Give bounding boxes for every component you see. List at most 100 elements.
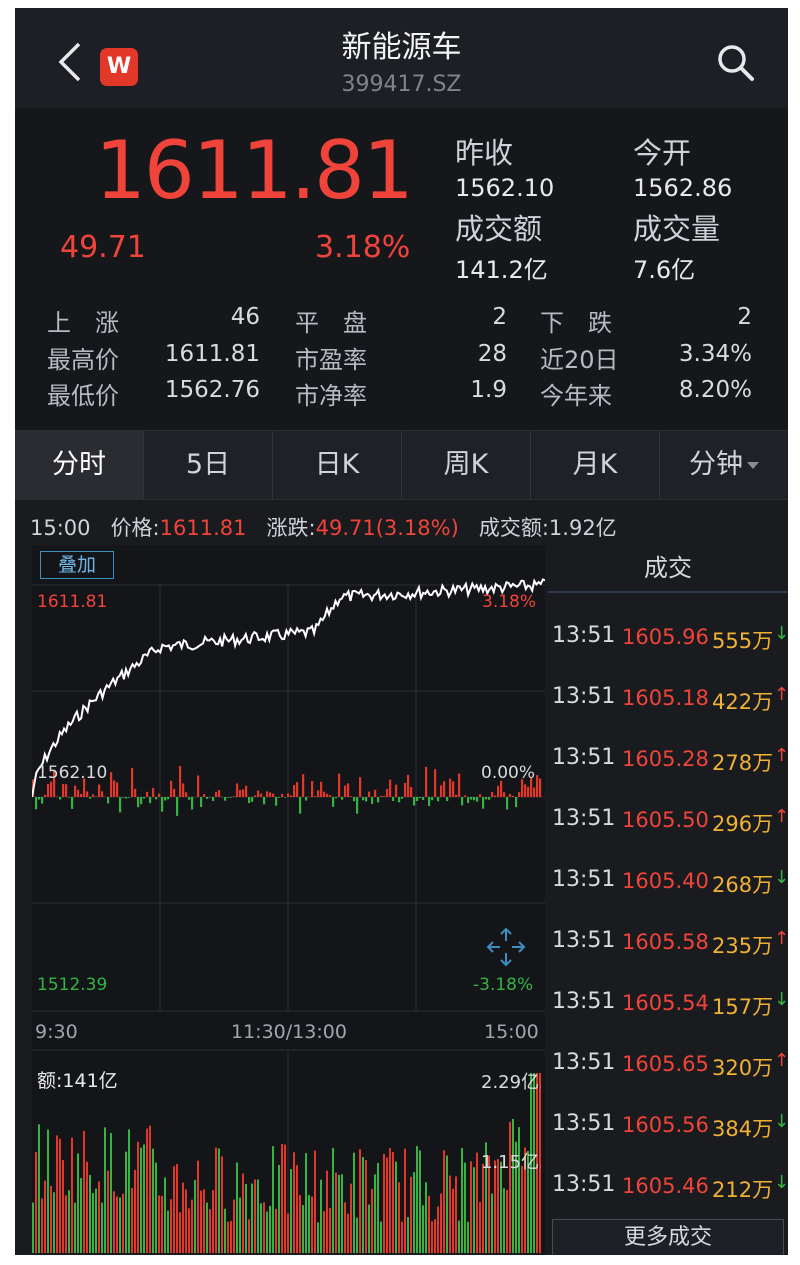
overlay-button[interactable]: 叠加	[40, 551, 114, 579]
volume-bar	[521, 1165, 523, 1253]
volume-bar	[314, 1150, 316, 1253]
arrow-up-icon: ↑	[774, 806, 788, 827]
net-flow-bar	[338, 773, 341, 797]
volume-bar	[401, 1221, 403, 1253]
page-title: 新能源车	[341, 30, 462, 65]
arrow-up-icon: ↑	[774, 684, 788, 705]
volume-bar	[434, 1219, 436, 1253]
net-flow-bar	[314, 796, 317, 797]
net-flow-bar	[404, 782, 407, 797]
volume-bar	[512, 1118, 514, 1253]
net-flow-bar	[245, 785, 248, 797]
volume-bar	[473, 1167, 475, 1253]
trade-time: 13:51	[552, 928, 616, 953]
trade-row: 13:51 1605.18 422万 ↑	[552, 684, 788, 744]
stat-value: 1611.81	[164, 341, 260, 367]
current-price: 1611.81	[95, 124, 414, 217]
net-flow-bar	[266, 791, 269, 797]
chart-base-pct: 0.00%	[481, 763, 536, 783]
net-flow-bar	[473, 797, 476, 801]
trade-row: 13:51 1605.65 320万 ↑	[552, 1050, 788, 1110]
search-icon[interactable]	[715, 42, 755, 82]
net-flow-bar	[122, 797, 125, 798]
chart-top-price: 1611.81	[37, 592, 108, 612]
net-flow-bar	[500, 780, 503, 797]
volume-bar	[440, 1193, 442, 1253]
trade-row: 13:51 1605.54 157万 ↓	[552, 989, 788, 1049]
volume-bar	[110, 1133, 112, 1253]
trade-volume: 278万	[712, 751, 774, 775]
net-flow-bar	[236, 783, 239, 797]
tab-5day[interactable]: 5日	[144, 431, 273, 499]
volume-bar	[347, 1213, 349, 1253]
net-flow-bar	[68, 797, 71, 798]
net-flow-bar	[44, 794, 47, 797]
net-flow-bar	[164, 797, 167, 801]
volume-bar	[182, 1182, 184, 1253]
tab-minute[interactable]: 分钟	[660, 431, 788, 499]
volume-bar	[251, 1183, 253, 1253]
volume-bar	[179, 1212, 181, 1253]
net-flow-bar	[275, 797, 278, 806]
tab-weekly-k[interactable]: 周K	[402, 431, 531, 499]
volume-bar	[149, 1125, 151, 1253]
net-flow-bar	[389, 779, 392, 797]
net-flow-bar	[113, 780, 116, 797]
info-amount: 1.92亿	[548, 516, 617, 540]
stat-value: 46	[230, 304, 260, 330]
net-flow-bar	[461, 797, 464, 806]
net-flow-bar	[302, 774, 305, 797]
volume-bar	[470, 1161, 472, 1253]
net-flow-bar	[71, 797, 74, 809]
chart-low-price: 1512.39	[37, 975, 108, 995]
volume-bar	[446, 1155, 448, 1253]
net-flow-bar	[131, 767, 134, 797]
volume-bar	[437, 1206, 439, 1253]
net-flow-bar	[179, 766, 182, 797]
net-flow-bar	[347, 783, 350, 797]
volume-bar	[296, 1165, 298, 1253]
net-flow-bar	[419, 797, 422, 799]
trade-price: 1605.54	[622, 991, 709, 1015]
volume-bar	[422, 1205, 424, 1253]
volume-bar	[200, 1190, 202, 1253]
volume-bar	[386, 1157, 388, 1253]
volume-bar	[65, 1195, 67, 1253]
volume-bar	[248, 1219, 250, 1253]
net-flow-bar	[77, 789, 80, 797]
stat-label: 下 跌	[540, 309, 612, 337]
net-flow-bar	[41, 797, 44, 804]
net-flow-bar	[35, 797, 38, 810]
volume-bar	[287, 1213, 289, 1253]
net-flow-bar	[329, 795, 332, 797]
more-trades-button[interactable]: 更多成交	[552, 1219, 784, 1255]
volume-bar	[185, 1189, 187, 1253]
tab-monthly-k[interactable]: 月K	[531, 431, 660, 499]
volume-bar	[266, 1211, 268, 1253]
net-flow-bar	[50, 781, 53, 797]
volume-bar	[83, 1130, 85, 1253]
net-flow-bar	[311, 781, 314, 797]
caret-down-icon	[747, 462, 759, 469]
net-flow-bar	[257, 790, 260, 797]
net-flow-bar	[182, 783, 185, 797]
net-flow-bar	[470, 797, 473, 800]
net-flow-bar	[197, 775, 200, 797]
net-flow-bar	[482, 797, 485, 809]
tab-intraday[interactable]: 分时	[15, 431, 144, 499]
net-flow-bar	[47, 784, 50, 797]
trade-price: 1605.56	[622, 1113, 709, 1137]
volume-bar	[419, 1150, 421, 1253]
expand-arrows-icon[interactable]	[485, 926, 527, 968]
tab-daily-k[interactable]: 日K	[273, 431, 402, 499]
volume-bar	[164, 1177, 166, 1253]
intraday-chart[interactable]	[32, 545, 545, 1253]
chart-base-price: 1562.10	[37, 763, 108, 783]
trades-title: 成交	[548, 545, 788, 593]
trade-volume: 320万	[712, 1056, 774, 1080]
net-flow-bar	[422, 797, 425, 801]
trade-time: 13:51	[552, 745, 616, 770]
trade-time: 13:51	[552, 623, 616, 648]
net-flow-bar	[332, 797, 335, 807]
trade-time: 13:51	[552, 1111, 616, 1136]
